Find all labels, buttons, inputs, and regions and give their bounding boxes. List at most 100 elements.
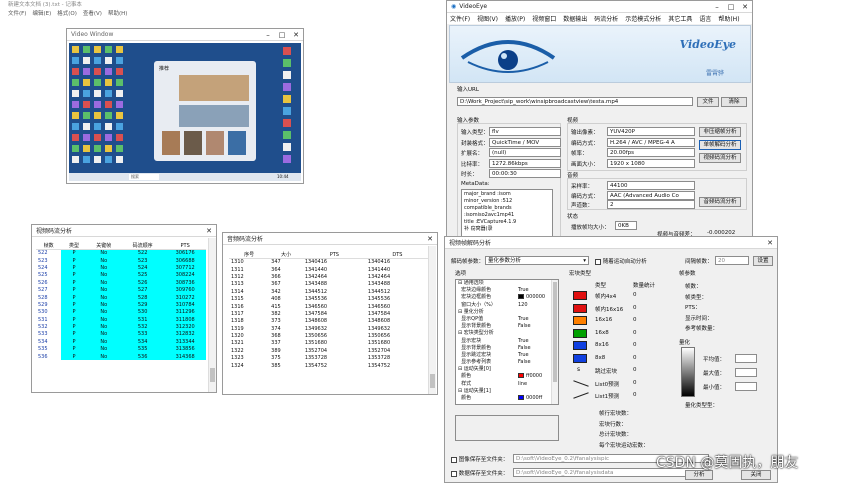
desktop-shortcut-icon[interactable] [83,134,90,141]
maximize-icon[interactable]: □ [275,31,289,39]
tree-item[interactable]: ⊟ 运动矢量[1] [458,388,558,395]
desktop-shortcut-icon[interactable] [83,112,90,119]
table-row[interactable]: 523 P No 523 306688 [36,256,206,265]
options-scrollbar[interactable] [551,280,558,404]
desktop-shortcut-icon[interactable] [94,46,101,53]
maximize-icon[interactable]: □ [724,3,738,11]
desktop-shortcut-icon[interactable] [94,112,101,119]
table-row[interactable]: 530 P No 530 311296 [36,308,206,317]
tree-item[interactable]: 显示背景颜色 False [458,345,558,352]
tree-item[interactable]: ⊟ 运动矢量[0] [458,366,558,373]
uncompressed-frame-analysis-button[interactable]: 非压缩帧分析 [699,127,741,137]
menu-language[interactable]: 语言 [699,14,711,23]
table-row[interactable]: 1311 364 1341440 1341440 [229,266,429,273]
decode-type-select[interactable]: 量化参数分析 ▾ [485,256,589,265]
desktop-shortcut-icon[interactable] [83,123,90,130]
tree-item[interactable]: 颜色 0000ff [458,395,558,402]
desktop-shortcut-icon[interactable] [116,57,123,64]
desktop-shortcut-icon[interactable] [94,145,101,152]
table-row[interactable]: 532 P No 532 312320 [36,323,206,331]
save-image-checkbox[interactable] [451,456,457,463]
desktop-shortcut-icon[interactable] [105,79,112,86]
desktop-shortcut-icon[interactable] [283,47,291,55]
url-input[interactable]: D:\Work_Project\sip_work\winsipbroadcast… [457,97,693,106]
desktop-shortcut-icon[interactable] [283,107,291,115]
tree-item[interactable]: 显示宏块 True [458,338,558,345]
tree-item[interactable]: 样式 line [458,381,558,388]
desktop-shortcut-icon[interactable] [105,134,112,141]
tree-item[interactable]: 显示跳过宏块 True [458,352,558,359]
close-icon[interactable]: ✕ [289,31,303,39]
minimize-icon[interactable]: – [710,3,724,11]
menu-file[interactable]: 文件(F) [450,14,470,23]
menu-help[interactable]: 帮助(H) [718,14,739,23]
menu-stream-analysis[interactable]: 码流分析 [594,14,618,23]
desktop-shortcut-icon[interactable] [83,46,90,53]
desktop-shortcut-icon[interactable] [72,134,79,141]
menu-other-tools[interactable]: 其它工具 [668,14,692,23]
desktop-shortcut-icon[interactable] [116,156,123,163]
col-header-type[interactable]: 类型 [61,242,87,250]
table-row[interactable]: 1321 337 1351680 1351680 [229,340,429,347]
auto-analysis-checkbox[interactable] [595,258,601,265]
audio-stream-analysis-button[interactable]: 音频码流分析 [699,197,741,207]
col-header-keyframe[interactable]: 关键帧 [86,242,121,250]
desktop-shortcut-icon[interactable] [94,123,101,130]
table-row[interactable]: 528 P No 528 310272 [36,293,206,302]
table-row[interactable]: 525 P No 525 308224 [36,271,206,280]
video-stream-analysis-button[interactable]: 视频码流分析 [699,153,741,163]
notepad-menu-edit[interactable]: 编辑(E) [32,9,51,17]
audio-stream-scrollbar[interactable] [428,246,436,394]
table-row[interactable]: 1314 342 1344512 1344512 [229,288,429,295]
table-row[interactable]: 1322 389 1352704 1352704 [229,347,429,354]
interval-input[interactable]: 20 [715,256,749,265]
save-data-row[interactable]: 数据保存至文件夹： [451,469,508,477]
desktop-shortcut-icon[interactable] [116,123,123,130]
options-tree[interactable]: ⊟ 通用选项 宏块边缘颜色 True 宏块边框颜色 000000 窗口大小（%） 12… [455,279,559,405]
table-row[interactable]: 536 P No 536 314368 [36,352,206,361]
desktop-shortcut-icon[interactable] [83,101,90,108]
single-frame-decode-button[interactable]: 单帧解码分析 [699,140,741,150]
desktop-shortcut-icon[interactable] [105,68,112,75]
desktop-shortcut-icon[interactable] [283,143,291,151]
file-button[interactable]: 文件 [697,97,719,107]
desktop-shortcut-icon[interactable] [94,101,101,108]
desktop-shortcut-icon[interactable] [116,68,123,75]
desktop-shortcut-icon[interactable] [83,68,90,75]
table-row[interactable]: 533 P No 533 312832 [36,330,206,339]
notepad-menu-help[interactable]: 帮助(H) [108,9,127,17]
desktop-shortcut-icon[interactable] [94,57,101,64]
col-header-frame[interactable]: 帧数 [36,242,62,250]
close-icon[interactable]: ✕ [202,227,216,235]
col-header-dts[interactable]: DTS [365,251,429,259]
table-row[interactable]: 1315 408 1345536 1345536 [229,295,429,302]
tree-item[interactable]: ⊟ 量化分析 [458,309,558,316]
table-row[interactable]: 1317 382 1347584 1347584 [229,310,429,317]
desktop-shortcut-icon[interactable] [116,145,123,152]
video-stream-scrollbar[interactable] [208,238,216,392]
table-row[interactable]: 531 P No 531 311808 [36,316,206,324]
close-icon[interactable]: ✕ [423,235,437,243]
desktop-shortcut-icon[interactable] [283,59,291,67]
desktop-shortcut-icon[interactable] [83,145,90,152]
desktop-shortcut-icon[interactable] [72,90,79,97]
desktop-shortcut-icon[interactable] [105,145,112,152]
menu-data-output[interactable]: 数据输出 [563,14,587,23]
scroll-thumb[interactable] [430,374,435,388]
save-image-row[interactable]: 图像保存至文件夹： [451,455,508,463]
desktop-shortcut-icon[interactable] [105,90,112,97]
desktop-shortcut-icon[interactable] [105,46,112,53]
table-row[interactable]: 1310 347 1340416 1340416 [229,259,429,266]
desktop-shortcut-icon[interactable] [116,46,123,53]
desktop-shortcut-icon[interactable] [283,155,291,163]
auto-analysis-checkbox-row[interactable]: 随着运动自动分析 [595,257,647,265]
tree-item[interactable]: 颜色 ff0000 [458,373,558,380]
table-row[interactable]: 1319 374 1349632 1349632 [229,325,429,332]
close-icon[interactable]: ✕ [738,3,752,11]
scroll-thumb[interactable] [553,282,557,382]
desktop-shortcut-icon[interactable] [83,79,90,86]
desktop-shortcut-icon[interactable] [83,156,90,163]
desktop-shortcut-icon[interactable] [116,134,123,141]
desktop-shortcut-icon[interactable] [72,145,79,152]
table-row[interactable]: 534 P No 534 313344 [36,338,206,346]
